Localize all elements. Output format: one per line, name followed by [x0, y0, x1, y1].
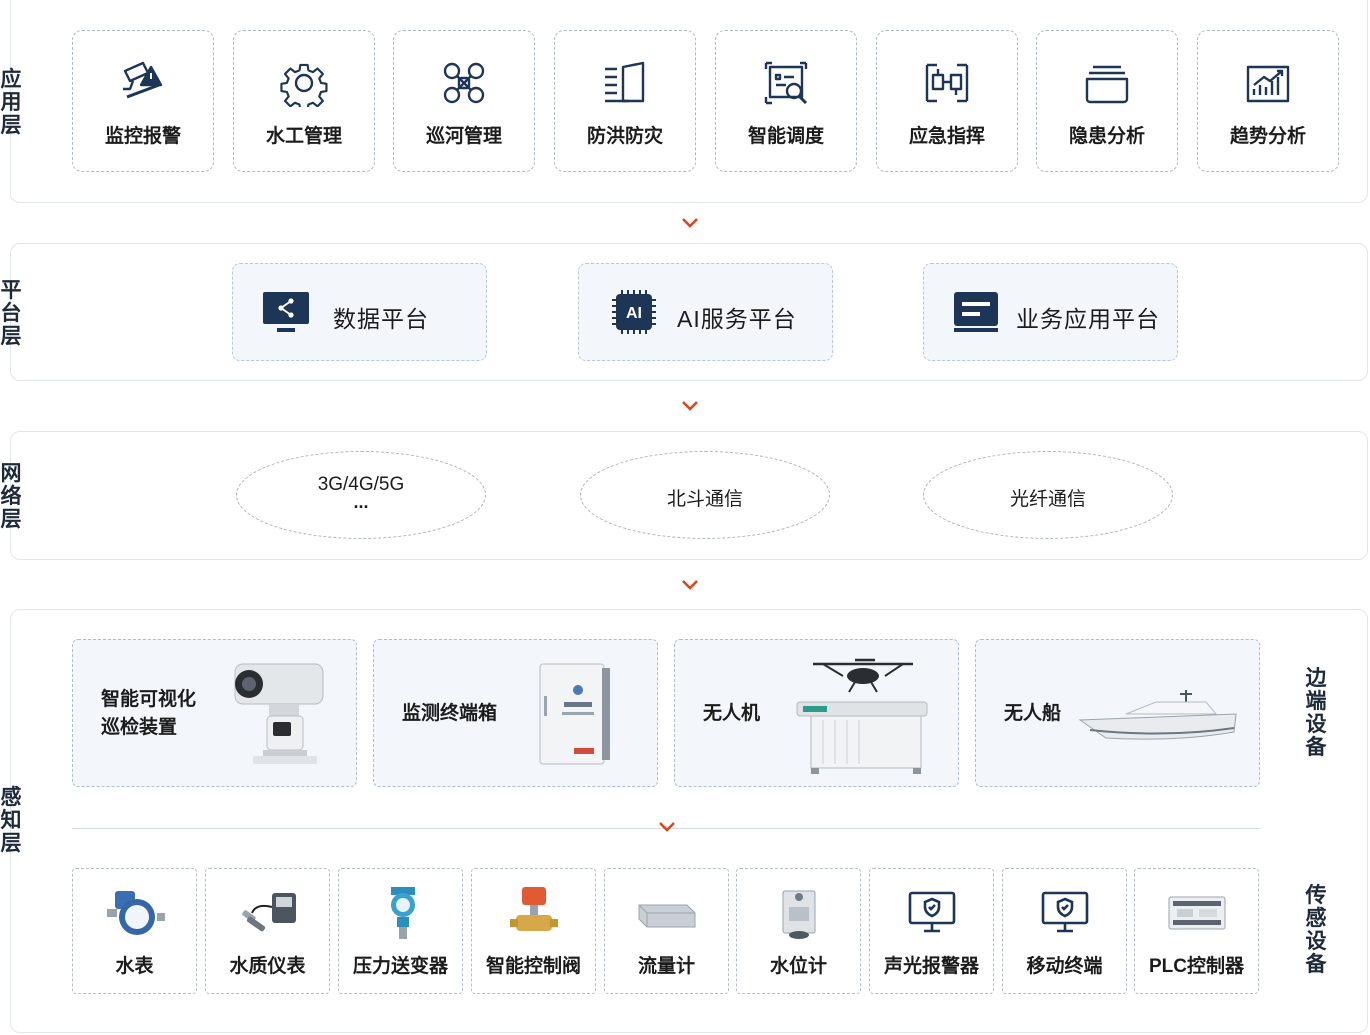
platform-card-label: AI服务平台 [677, 306, 797, 332]
network-node-cellular: 3G/4G/5G ... [236, 451, 486, 539]
sensor-devices-label: 传感设备 [1305, 884, 1327, 976]
edge-card-label: 无人船 [1004, 703, 1062, 724]
dispatch-search-icon [764, 61, 808, 105]
application-layer-label: 应用层 [0, 68, 22, 137]
alarm-monitor-icon [123, 61, 163, 99]
sensor-card-label: 移动终端 [1026, 956, 1103, 977]
sensor-card-label: 智能控制阀 [485, 956, 581, 977]
unmanned-boat-image [1078, 690, 1237, 740]
platform-card-business-app[interactable]: 业务应用平台 [923, 263, 1178, 361]
alarm-monitor-icon [908, 891, 955, 933]
sensor-card-pressure-transmitter[interactable]: 压力送变器 [338, 868, 463, 994]
trend-chart-icon [1246, 65, 1290, 103]
ai-chip-icon: AI [612, 290, 656, 334]
app-card-label: 智能调度 [747, 126, 824, 147]
edge-card-monitoring-terminal[interactable]: 监测终端箱 [373, 639, 658, 787]
app-card-hazard-analysis[interactable]: 隐患分析 [1036, 30, 1178, 172]
network-node-beidou: 北斗通信 [580, 451, 830, 539]
network-node-fiber: 光纤通信 [923, 451, 1173, 539]
mobile-terminal-icon [1041, 891, 1088, 933]
edge-card-label: 智能可视化 巡检装置 [101, 689, 197, 738]
edge-card-drone[interactable]: 无人机 [674, 639, 959, 787]
sensor-card-label: 水质仪表 [229, 956, 306, 977]
edge-card-label: 无人机 [703, 703, 761, 724]
app-card-label: 水工管理 [265, 126, 342, 147]
sensor-card-label: 流量计 [637, 956, 695, 977]
app-card-emergency-command[interactable]: 应急指挥 [876, 30, 1018, 172]
platform-card-label: 数据平台 [333, 306, 429, 332]
app-card-label: 趋势分析 [1229, 126, 1306, 147]
edge-devices-label: 边端设备 [1305, 667, 1327, 759]
network-node-label: 光纤通信 [1009, 489, 1086, 510]
sensor-card-label: 水表 [115, 956, 154, 977]
drone-with-hangar-image [796, 658, 928, 774]
edge-card-label: 监测终端箱 [402, 703, 498, 724]
sensor-card-sound-light-alarm[interactable]: 声光报警器 [869, 868, 994, 994]
app-card-label: 应急指挥 [908, 126, 985, 147]
sensor-card-level-meter[interactable]: 水位计 [736, 868, 861, 994]
ptz-camera-image [234, 663, 324, 764]
sensor-card-label: 水位计 [769, 956, 827, 977]
flow-meter-image [638, 904, 695, 928]
sensor-card-water-meter[interactable]: 水表 [72, 868, 197, 994]
edge-card-unmanned-boat[interactable]: 无人船 [975, 639, 1260, 787]
app-card-label: 隐患分析 [1068, 126, 1145, 147]
platform-layer-label: 平台层 [0, 279, 22, 348]
perception-layer-label: 感知层 [0, 786, 22, 855]
app-card-monitor-alarm[interactable]: 监控报警 [72, 30, 214, 172]
share-monitor-icon [263, 292, 309, 332]
water-meter-image [106, 891, 165, 935]
sensor-card-mobile-terminal[interactable]: 移动终端 [1002, 868, 1127, 994]
app-card-label: 监控报警 [104, 126, 181, 147]
gear-icon [280, 63, 328, 107]
emergency-command-icon [925, 63, 969, 103]
svg-text:AI: AI [626, 305, 642, 322]
chevron-down-icon [682, 218, 698, 228]
app-card-trend-analysis[interactable]: 趋势分析 [1197, 30, 1339, 172]
network-node-sublabel: ... [353, 492, 369, 512]
sensor-card-label: 声光报警器 [883, 956, 979, 977]
app-card-label: 防洪防灾 [586, 126, 663, 147]
network-node-label: 北斗通信 [666, 489, 743, 510]
platform-card-data[interactable]: 数据平台 [232, 263, 487, 361]
network-layer-label: 网络层 [0, 462, 22, 531]
platform-card-label: 业务应用平台 [1016, 306, 1160, 332]
terminal-box-image [539, 663, 610, 765]
app-card-hydraulic-management[interactable]: 水工管理 [233, 30, 375, 172]
sensor-card-label: 压力送变器 [352, 956, 448, 977]
water-quality-meter-image [241, 893, 296, 932]
app-card-label: 巡河管理 [425, 126, 502, 147]
sensor-card-label: PLC控制器 [1148, 956, 1244, 977]
control-valve-image [509, 887, 558, 931]
sensor-card-control-valve[interactable]: 智能控制阀 [471, 868, 596, 994]
chevron-down-icon [659, 822, 675, 832]
app-card-flood-control[interactable]: 防洪防灾 [554, 30, 696, 172]
flood-gate-icon [605, 61, 645, 103]
sensor-card-plc-controller[interactable]: PLC控制器 [1134, 868, 1259, 994]
level-meter-image [782, 890, 815, 939]
plc-controller-image [1168, 896, 1225, 930]
sensor-card-flow-meter[interactable]: 流量计 [604, 868, 729, 994]
chevron-down-icon [682, 401, 698, 411]
pressure-transmitter-image [390, 887, 415, 939]
app-card-smart-dispatch[interactable]: 智能调度 [715, 30, 857, 172]
chevron-down-icon [682, 580, 698, 590]
drone-icon [443, 62, 485, 104]
app-window-icon [954, 292, 998, 332]
platform-card-ai-service[interactable]: AI AI服务平台 [578, 263, 833, 361]
app-card-river-patrol[interactable]: 巡河管理 [393, 30, 535, 172]
edge-card-visual-inspection[interactable]: 智能可视化 巡检装置 [72, 639, 357, 787]
sensor-card-water-quality[interactable]: 水质仪表 [205, 868, 330, 994]
folder-icon [1085, 65, 1129, 104]
